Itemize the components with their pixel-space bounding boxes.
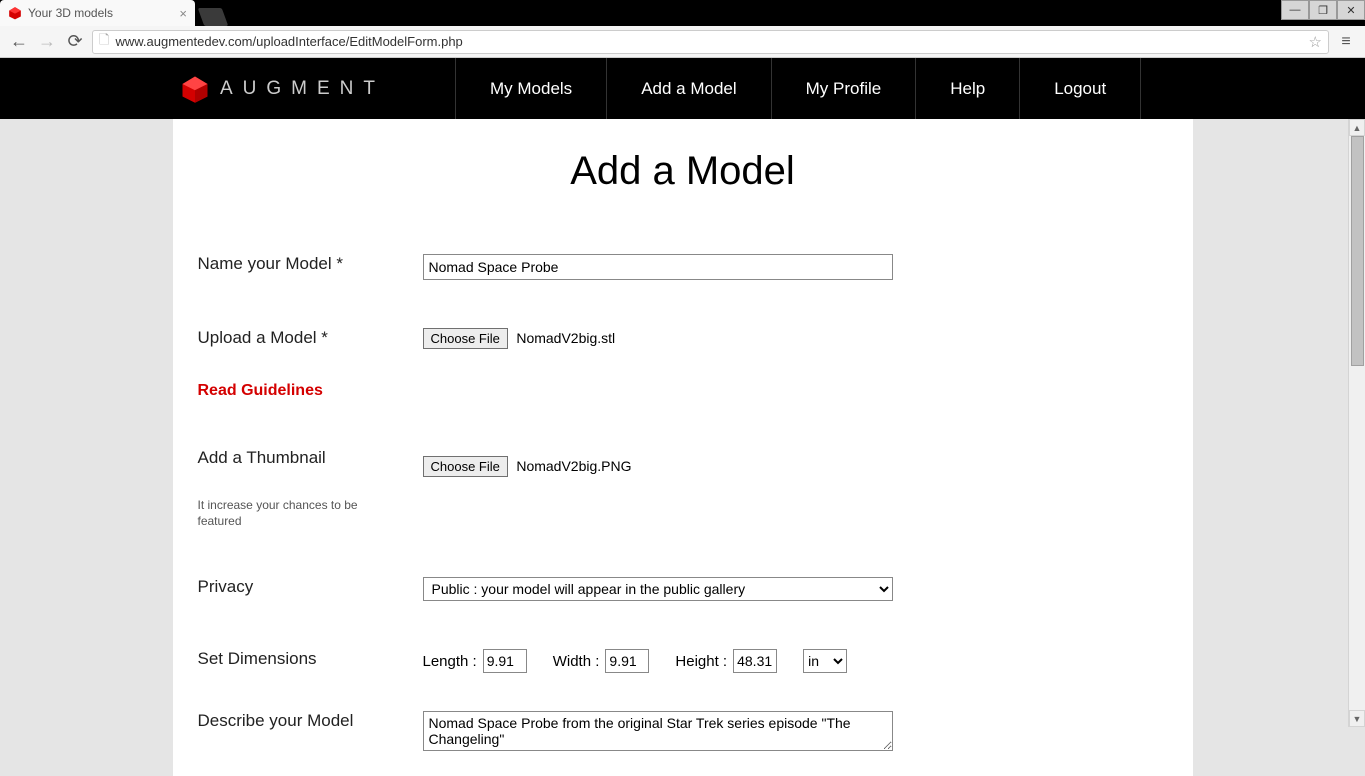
forward-button[interactable]: → bbox=[36, 31, 58, 53]
height-label: Height : bbox=[675, 653, 727, 670]
site-logo[interactable]: AUGMENT bbox=[180, 74, 385, 104]
scroll-down-arrow[interactable]: ▼ bbox=[1349, 710, 1365, 727]
nav-help[interactable]: Help bbox=[915, 58, 1019, 119]
new-tab-button[interactable] bbox=[198, 8, 229, 26]
maximize-button[interactable]: ❐ bbox=[1309, 0, 1337, 20]
description-textarea[interactable] bbox=[423, 711, 893, 751]
privacy-label: Privacy bbox=[198, 577, 254, 596]
model-file-name: NomadV2big.stl bbox=[516, 330, 615, 346]
bookmark-star-icon[interactable]: ☆ bbox=[1309, 33, 1322, 51]
browser-tab[interactable]: Your 3D models × bbox=[0, 0, 195, 26]
thumbnail-file-name: NomadV2big.PNG bbox=[516, 458, 631, 474]
nav-my-profile[interactable]: My Profile bbox=[771, 58, 916, 119]
brand-text: AUGMENT bbox=[220, 78, 385, 100]
back-button[interactable]: ← bbox=[8, 31, 30, 53]
choose-thumbnail-button[interactable]: Choose File bbox=[423, 456, 508, 477]
address-bar[interactable]: 🗋 www.augmentedev.com/uploadInterface/Ed… bbox=[92, 30, 1329, 54]
close-tab-icon[interactable]: × bbox=[179, 6, 187, 21]
tab-favicon bbox=[8, 6, 22, 20]
length-input[interactable] bbox=[483, 649, 527, 673]
unit-select[interactable]: in bbox=[803, 649, 847, 673]
nav-logout[interactable]: Logout bbox=[1019, 58, 1141, 119]
upload-label: Upload a Model * bbox=[198, 328, 328, 347]
scroll-up-arrow[interactable]: ▲ bbox=[1349, 119, 1365, 136]
close-window-button[interactable]: ✕ bbox=[1337, 0, 1365, 20]
nav-my-models[interactable]: My Models bbox=[455, 58, 606, 119]
minimize-button[interactable]: — bbox=[1281, 0, 1309, 20]
scroll-thumb[interactable] bbox=[1351, 136, 1364, 366]
scrollbar[interactable]: ▲ ▼ bbox=[1348, 119, 1365, 727]
choose-model-file-button[interactable]: Choose File bbox=[423, 328, 508, 349]
model-name-input[interactable] bbox=[423, 254, 893, 280]
reload-button[interactable]: ⟳ bbox=[64, 31, 86, 53]
height-input[interactable] bbox=[733, 649, 777, 673]
privacy-select[interactable]: Public : your model will appear in the p… bbox=[423, 577, 893, 601]
dimensions-label: Set Dimensions bbox=[198, 649, 317, 668]
chrome-menu-button[interactable]: ≡ bbox=[1335, 31, 1357, 53]
length-label: Length : bbox=[423, 653, 477, 670]
name-label: Name your Model * bbox=[198, 254, 344, 273]
page-icon: 🗋 bbox=[99, 31, 109, 53]
tab-title: Your 3D models bbox=[28, 6, 113, 20]
thumbnail-hint: It increase your chances to be featured bbox=[198, 498, 378, 529]
describe-label: Describe your Model bbox=[198, 711, 354, 730]
thumbnail-label: Add a Thumbnail bbox=[198, 448, 326, 467]
width-input[interactable] bbox=[605, 649, 649, 673]
page-title: Add a Model bbox=[193, 149, 1173, 194]
url-text: www.augmentedev.com/uploadInterface/Edit… bbox=[115, 34, 462, 49]
page-content: Add a Model Name your Model * Upload a M… bbox=[173, 119, 1193, 776]
nav-add-model[interactable]: Add a Model bbox=[606, 58, 770, 119]
site-header: AUGMENT My Models Add a Model My Profile… bbox=[0, 58, 1365, 119]
read-guidelines-link[interactable]: Read Guidelines bbox=[198, 382, 423, 400]
width-label: Width : bbox=[553, 653, 600, 670]
